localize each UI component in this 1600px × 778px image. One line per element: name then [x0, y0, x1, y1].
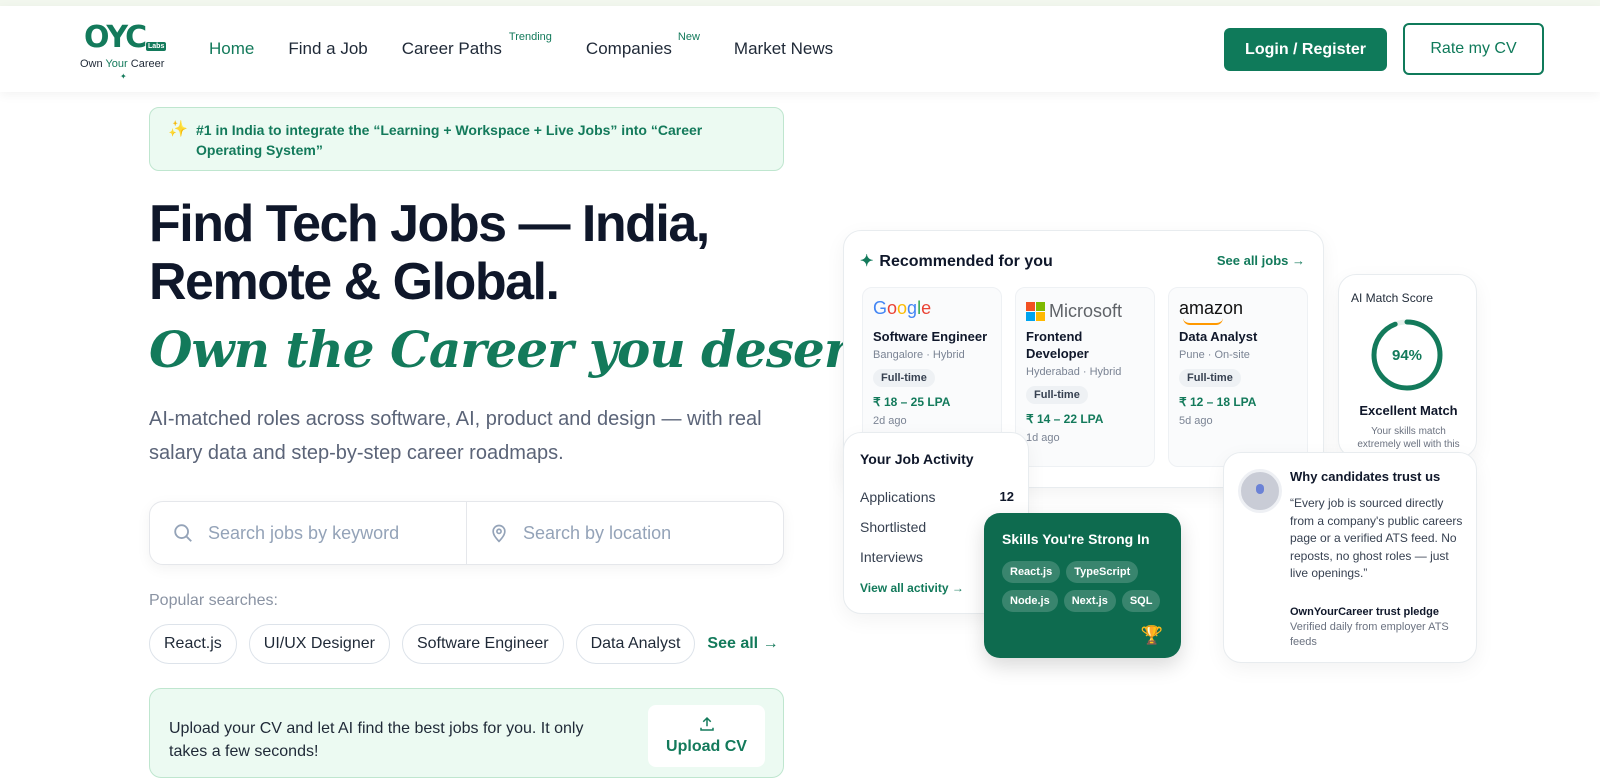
logo-sparkle-icon: ✦ — [120, 72, 127, 81]
job-posted: 1d ago — [1026, 432, 1060, 444]
trust-quote: “Every job is sourced directly from a co… — [1290, 496, 1463, 580]
ai-match-card: AI Match Score 94% Excellent Match Your … — [1338, 274, 1477, 458]
logo-wordmark: Own Your Career — [80, 58, 165, 70]
skill-tag: React.js — [1002, 561, 1061, 583]
job-card[interactable]: Microsoft Frontend Developer Hyderabad ·… — [1015, 287, 1155, 467]
job-salary: ₹ 14 – 22 LPA — [1026, 412, 1104, 426]
keyword-field[interactable] — [150, 502, 466, 564]
brand-logo[interactable]: OYC Labs Own Your Career ✦ — [80, 20, 172, 82]
logo-labs-badge: Labs — [146, 42, 167, 51]
location-search-input[interactable] — [523, 522, 763, 544]
job-card[interactable]: amazon Data Analyst Pune · On-site Full-… — [1168, 287, 1308, 467]
skills-title: Skills You're Strong In — [1002, 531, 1150, 547]
see-all-jobs-link[interactable]: See all jobs → — [1217, 253, 1305, 268]
ai-match-title: AI Match Score — [1351, 291, 1434, 305]
sparkle-icon: ✨ — [168, 121, 188, 138]
skills-card: Skills You're Strong In React.js TypeScr… — [984, 513, 1181, 658]
activity-title: Your Job Activity — [860, 451, 974, 467]
trust-pledge-desc: Verified daily from employer ATS feeds — [1290, 621, 1449, 648]
job-search-bar — [149, 501, 784, 565]
match-percent: 94% — [1391, 346, 1423, 364]
popular-chip[interactable]: UI/UX Designer — [248, 624, 390, 664]
upload-icon — [699, 716, 714, 731]
sparkle-icon: ✦ — [860, 253, 874, 270]
new-badge: New — [677, 31, 700, 43]
popular-chip[interactable]: React.js — [149, 624, 237, 664]
job-type-badge: Full-time — [1179, 369, 1241, 387]
skill-tag: TypeScript — [1066, 561, 1139, 583]
match-description: Your skills match extremely well with th… — [1357, 426, 1460, 450]
popular-search-chips: React.js UI/UX Designer Software Enginee… — [149, 624, 779, 664]
job-type-badge: Full-time — [1026, 386, 1088, 404]
job-location: Pune · On-site — [1179, 349, 1250, 361]
microsoft-logo: Microsoft — [1026, 298, 1144, 324]
site-header: OYC Labs Own Your Career ✦ Home Find a J… — [0, 6, 1600, 92]
nav-companies[interactable]: Companies New — [586, 31, 700, 59]
nav-find-job[interactable]: Find a Job — [288, 39, 367, 59]
job-role: Data Analyst — [1179, 329, 1258, 344]
search-icon — [174, 524, 192, 542]
popular-chip[interactable]: Data Analyst — [575, 624, 696, 664]
skill-tag: SQL — [1121, 590, 1161, 612]
activity-row: Applications 12 — [860, 489, 1014, 505]
skill-tags: React.js TypeScript Node.js Next.js SQL — [1002, 561, 1172, 619]
keyword-search-input[interactable] — [208, 522, 448, 544]
trending-badge: Trending — [508, 31, 552, 43]
match-verdict: Excellent Match — [1359, 403, 1458, 418]
hero-banner: ✨ #1 in India to integrate the “Learning… — [149, 107, 784, 171]
hero-tagline: Own the Career you deserve. — [149, 320, 925, 379]
trust-card: Why candidates trust us “Every job is so… — [1223, 452, 1477, 663]
job-posted: 5d ago — [1179, 415, 1213, 427]
banner-text: #1 in India to integrate the “Learning +… — [196, 122, 703, 158]
trust-title: Why candidates trust us — [1290, 469, 1441, 484]
avatar — [1238, 469, 1282, 513]
hero-title: Find Tech Jobs — India, Remote & Global. — [149, 195, 710, 311]
skill-tag: Node.js — [1002, 590, 1058, 612]
location-field[interactable] — [466, 502, 783, 564]
job-location: Hyderabad · Hybrid — [1026, 366, 1122, 378]
amazon-logo: amazon — [1179, 298, 1297, 325]
job-salary: ₹ 12 – 18 LPA — [1179, 395, 1257, 409]
trophy-icon: 🏆 — [1140, 625, 1163, 645]
nav-market-news[interactable]: Market News — [734, 39, 833, 59]
job-role: Software Engineer — [873, 329, 988, 344]
popular-chip[interactable]: Software Engineer — [401, 624, 564, 664]
nav-home[interactable]: Home — [209, 39, 254, 59]
recommended-title: ✦ Recommended for you — [860, 253, 1053, 270]
logo-mark: OYC — [84, 20, 147, 55]
nav-career-paths[interactable]: Career Paths Trending — [402, 31, 552, 59]
google-logo: Google — [873, 298, 932, 318]
popular-searches-label: Popular searches: — [149, 592, 278, 609]
job-salary: ₹ 18 – 25 LPA — [873, 395, 951, 409]
see-all-searches-link[interactable]: See all → — [707, 635, 778, 653]
job-posted: 2d ago — [873, 415, 907, 427]
location-pin-icon — [492, 524, 506, 543]
upload-cv-button[interactable]: Upload CV — [648, 705, 765, 767]
login-register-button[interactable]: Login / Register — [1224, 28, 1387, 71]
hero-subtitle: AI-matched roles across software, AI, pr… — [149, 408, 762, 464]
view-all-activity-link[interactable]: View all activity → — [860, 581, 964, 595]
main-nav: Home Find a Job Career Paths Trending Com… — [209, 6, 867, 92]
upload-cv-text: Upload your CV and let AI find the best … — [169, 720, 584, 760]
rate-cv-button[interactable]: Rate my CV — [1403, 23, 1544, 75]
upload-cv-panel: Upload your CV and let AI find the best … — [149, 688, 784, 778]
job-location: Bangalore · Hybrid — [873, 349, 965, 361]
trust-pledge: OwnYourCareer trust pledge — [1290, 606, 1439, 618]
skill-tag: Next.js — [1063, 590, 1116, 612]
job-role: Frontend Developer — [1026, 329, 1089, 361]
job-type-badge: Full-time — [873, 369, 935, 387]
